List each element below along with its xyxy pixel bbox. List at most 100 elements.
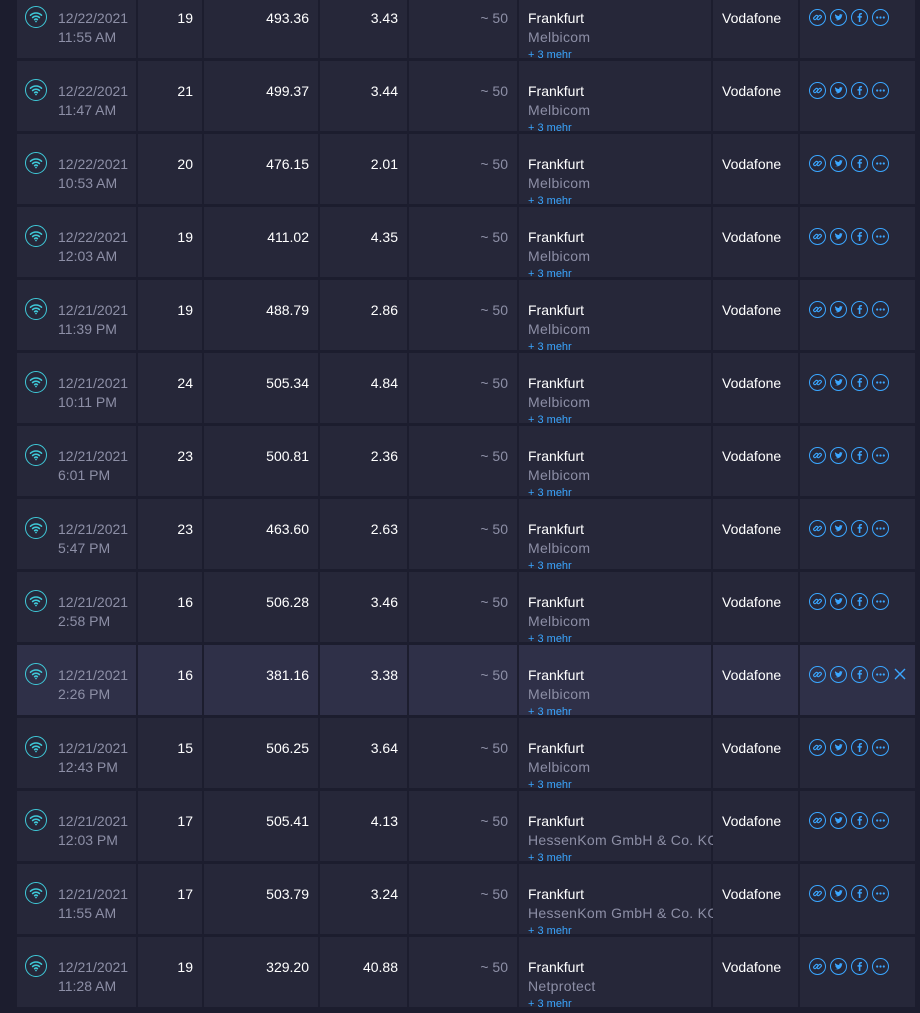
facebook-icon[interactable]	[851, 593, 868, 610]
distance-value: ~ 50	[480, 521, 508, 537]
twitter-icon[interactable]	[830, 885, 847, 902]
result-row[interactable]: 12/21/2021 11:39 PM 19 488.79 2.86 ~ 50 …	[0, 280, 920, 353]
link-icon[interactable]	[809, 9, 826, 26]
link-icon[interactable]	[809, 593, 826, 610]
isp-name: Vodafone	[722, 156, 782, 172]
more-icon[interactable]	[872, 301, 889, 318]
link-icon[interactable]	[809, 666, 826, 683]
download-cell: 476.15	[204, 134, 318, 204]
server-cell: Frankfurt HessenKom GmbH & Co. KG + 3 me…	[519, 864, 718, 937]
result-row[interactable]: 12/21/2021 5:47 PM 23 463.60 2.63 ~ 50 F…	[0, 499, 920, 572]
facebook-icon[interactable]	[851, 739, 868, 756]
result-row[interactable]: 12/21/2021 12:03 PM 17 505.41 4.13 ~ 50 …	[0, 791, 920, 864]
more-icon[interactable]	[872, 885, 889, 902]
facebook-icon[interactable]	[851, 301, 868, 318]
actions-cell	[800, 718, 915, 788]
more-icon[interactable]	[872, 374, 889, 391]
link-icon[interactable]	[809, 447, 826, 464]
facebook-icon[interactable]	[851, 9, 868, 26]
download-value: 463.60	[266, 521, 309, 537]
more-icon[interactable]	[872, 593, 889, 610]
result-row[interactable]: 12/22/2021 10:53 AM 20 476.15 2.01 ~ 50 …	[0, 134, 920, 207]
share-actions	[809, 739, 889, 756]
result-row[interactable]: 12/21/2021 11:28 AM 19 329.20 40.88 ~ 50…	[0, 937, 920, 1010]
facebook-icon[interactable]	[851, 520, 868, 537]
facebook-icon[interactable]	[851, 666, 868, 683]
more-icon[interactable]	[872, 228, 889, 245]
twitter-icon[interactable]	[830, 228, 847, 245]
result-date: 12/21/2021	[58, 740, 129, 756]
result-date: 12/21/2021	[58, 521, 129, 537]
result-row[interactable]: 12/21/2021 2:58 PM 16 506.28 3.46 ~ 50 F…	[0, 572, 920, 645]
result-row[interactable]: 12/21/2021 12:43 PM 15 506.25 3.64 ~ 50 …	[0, 718, 920, 791]
result-row[interactable]: 12/21/2021 11:55 AM 17 503.79 3.24 ~ 50 …	[0, 864, 920, 937]
more-icon[interactable]	[872, 9, 889, 26]
wifi-icon	[25, 517, 47, 539]
result-time: 12:43 PM	[58, 759, 118, 775]
result-row[interactable]: 12/22/2021 12:03 AM 19 411.02 4.35 ~ 50 …	[0, 207, 920, 280]
more-icon[interactable]	[872, 958, 889, 975]
download-value: 505.41	[266, 813, 309, 829]
result-row[interactable]: 12/22/2021 11:55 AM 19 493.36 3.43 ~ 50 …	[0, 0, 920, 61]
distance-cell: ~ 50	[409, 353, 517, 423]
facebook-icon[interactable]	[851, 82, 868, 99]
more-icon[interactable]	[872, 739, 889, 756]
close-icon[interactable]	[893, 667, 907, 681]
twitter-icon[interactable]	[830, 374, 847, 391]
result-row[interactable]: 12/22/2021 11:47 AM 21 499.37 3.44 ~ 50 …	[0, 61, 920, 134]
actions-cell	[800, 207, 915, 277]
ping-value: 16	[177, 667, 193, 683]
more-icon[interactable]	[872, 520, 889, 537]
link-icon[interactable]	[809, 374, 826, 391]
more-icon[interactable]	[872, 666, 889, 683]
isp-name: Vodafone	[722, 667, 782, 683]
ping-cell: 19	[138, 280, 202, 350]
isp-cell: Vodafone	[713, 718, 798, 788]
date-cell: 12/21/2021 11:39 PM	[17, 280, 136, 350]
twitter-icon[interactable]	[830, 155, 847, 172]
twitter-icon[interactable]	[830, 301, 847, 318]
date-cell: 12/22/2021 10:53 AM	[17, 134, 136, 204]
result-row[interactable]: 12/21/2021 6:01 PM 23 500.81 2.36 ~ 50 F…	[0, 426, 920, 499]
isp-cell: Vodafone	[713, 937, 798, 1007]
upload-cell: 3.43	[320, 0, 407, 58]
link-icon[interactable]	[809, 885, 826, 902]
link-icon[interactable]	[809, 739, 826, 756]
more-icon[interactable]	[872, 447, 889, 464]
result-row[interactable]: 12/21/2021 2:26 PM 16 381.16 3.38 ~ 50 F…	[0, 645, 920, 718]
twitter-icon[interactable]	[830, 9, 847, 26]
result-time: 12:03 PM	[58, 832, 118, 848]
facebook-icon[interactable]	[851, 228, 868, 245]
server-cell: Frankfurt Melbicom + 3 mehr	[519, 718, 711, 791]
twitter-icon[interactable]	[830, 958, 847, 975]
more-icon[interactable]	[872, 812, 889, 829]
link-icon[interactable]	[809, 155, 826, 172]
link-icon[interactable]	[809, 301, 826, 318]
more-icon[interactable]	[872, 155, 889, 172]
twitter-icon[interactable]	[830, 520, 847, 537]
twitter-icon[interactable]	[830, 447, 847, 464]
twitter-icon[interactable]	[830, 812, 847, 829]
twitter-icon[interactable]	[830, 593, 847, 610]
facebook-icon[interactable]	[851, 885, 868, 902]
facebook-icon[interactable]	[851, 447, 868, 464]
twitter-icon[interactable]	[830, 666, 847, 683]
facebook-icon[interactable]	[851, 958, 868, 975]
facebook-icon[interactable]	[851, 155, 868, 172]
facebook-icon[interactable]	[851, 374, 868, 391]
link-icon[interactable]	[809, 812, 826, 829]
more-icon[interactable]	[872, 82, 889, 99]
link-icon[interactable]	[809, 958, 826, 975]
download-cell: 500.81	[204, 426, 318, 496]
twitter-icon[interactable]	[830, 739, 847, 756]
link-icon[interactable]	[809, 228, 826, 245]
link-icon[interactable]	[809, 82, 826, 99]
download-cell: 506.25	[204, 718, 318, 788]
facebook-icon[interactable]	[851, 812, 868, 829]
result-row[interactable]: 12/21/2021 10:11 PM 24 505.34 4.84 ~ 50 …	[0, 353, 920, 426]
upload-value: 40.88	[362, 959, 398, 975]
isp-cell: Vodafone	[713, 0, 798, 58]
share-actions	[809, 155, 889, 172]
link-icon[interactable]	[809, 520, 826, 537]
twitter-icon[interactable]	[830, 82, 847, 99]
